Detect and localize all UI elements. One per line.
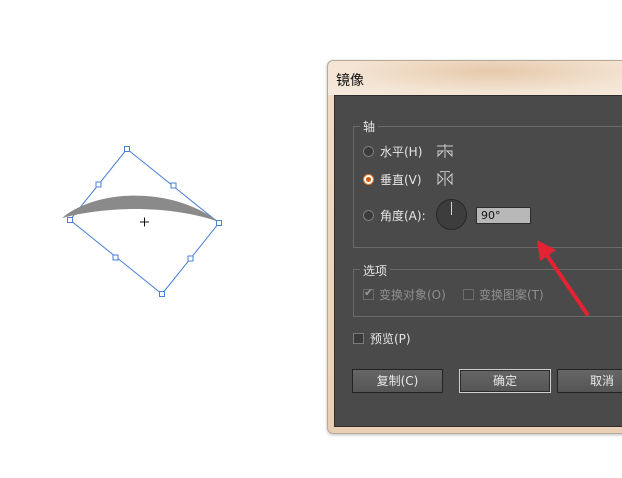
copy-button[interactable]: 复制(C)	[352, 369, 443, 393]
vertical-radio[interactable]	[363, 174, 374, 185]
horizontal-label[interactable]: 水平(H)	[380, 143, 422, 160]
horizontal-radio[interactable]	[363, 146, 374, 157]
checkmark-icon: ✔	[364, 286, 374, 299]
dialog-titlebar[interactable]: 镜像	[328, 61, 622, 95]
handle-right	[216, 220, 222, 226]
handle-bottom	[159, 291, 165, 297]
angle-radio[interactable]	[363, 210, 374, 221]
preview-label[interactable]: 预览(P)	[370, 330, 411, 347]
handle-top-right	[170, 182, 177, 189]
cancel-button[interactable]: 取消	[557, 369, 622, 393]
angle-dial-icon[interactable]	[436, 199, 467, 230]
mirror-vertical-icon	[435, 170, 455, 190]
annotation-arrow-icon	[537, 240, 589, 316]
ok-button[interactable]: 确定	[459, 369, 551, 393]
selected-shape-graphic[interactable]	[0, 0, 320, 474]
angle-dial-needle	[451, 202, 452, 215]
crescent-shape	[62, 195, 219, 222]
angle-input[interactable]: 90°	[476, 207, 531, 224]
preview-checkbox[interactable]	[353, 333, 364, 344]
handle-top-left	[95, 181, 102, 188]
transform-patterns-checkbox[interactable]	[463, 289, 474, 300]
mirror-horizontal-icon	[435, 143, 455, 162]
handle-left	[67, 217, 73, 223]
axis-group-label: 轴	[360, 118, 379, 135]
artboard-canvas[interactable]	[0, 0, 320, 474]
center-point-icon	[140, 217, 149, 227]
vertical-label[interactable]: 垂直(V)	[380, 171, 422, 188]
handle-bottom-left	[112, 254, 119, 261]
angle-label[interactable]: 角度(A):	[380, 207, 426, 224]
options-group-label: 选项	[360, 262, 391, 279]
handle-top	[124, 146, 130, 152]
transform-objects-label[interactable]: 变换对象(O)	[379, 286, 446, 303]
transform-objects-checkbox[interactable]: ✔	[363, 286, 374, 300]
dialog-title: 镜像	[336, 73, 364, 89]
handle-bottom-right	[187, 255, 194, 262]
